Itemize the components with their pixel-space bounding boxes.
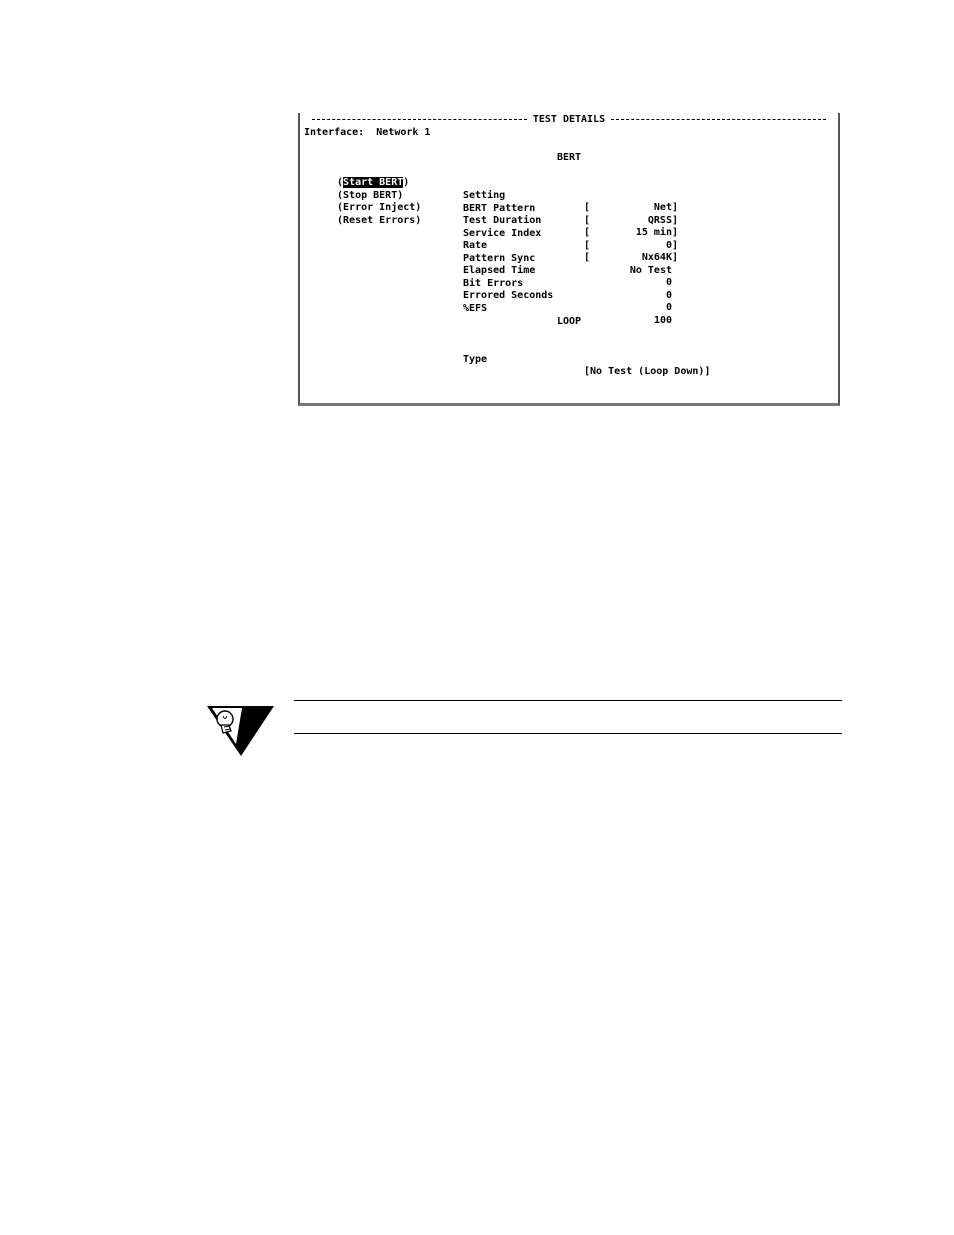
loop-heading: LOOP: [557, 316, 582, 327]
interface-row: Interface: Network 1: [304, 127, 430, 140]
errored-seconds-row: Errored Seconds 0: [300, 277, 838, 314]
bert-heading: BERT: [557, 152, 582, 163]
efs-value: 100: [653, 315, 672, 327]
lightbulb-tip-icon: [207, 706, 274, 756]
efs-label: %EFS: [463, 302, 488, 314]
note-bottom-rule: [294, 733, 842, 734]
test-duration-field[interactable]: Test Duration [15 min]: [300, 202, 838, 239]
note-top-rule: [294, 700, 842, 701]
terminal-title: TEST DETAILS: [532, 114, 606, 125]
loop-type-label: Type: [463, 353, 488, 365]
errored-seconds-value: 0: [665, 302, 672, 314]
efs-row: %EFS 100: [300, 290, 838, 327]
note-block: [206, 700, 846, 760]
test-details-terminal: TEST DETAILS Interface: Network 1 BERT (…: [298, 113, 840, 406]
interface-value: Network 1: [376, 127, 431, 138]
loop-type-value[interactable]: [No Test (Loop Down)]: [584, 366, 710, 379]
interface-label: Interface:: [304, 127, 365, 138]
elapsed-time-row: Elapsed Time 0: [300, 252, 838, 289]
title-dashes-right: [611, 118, 827, 120]
rate-field[interactable]: Rate [Nx64K]: [300, 227, 838, 264]
terminal-title-bar: TEST DETAILS: [300, 114, 838, 127]
title-dashes-left: [311, 118, 527, 120]
loop-type-field[interactable]: Type [No Test (Loop Down)]: [300, 341, 838, 378]
setting-field[interactable]: Setting [Net]: [300, 177, 838, 214]
